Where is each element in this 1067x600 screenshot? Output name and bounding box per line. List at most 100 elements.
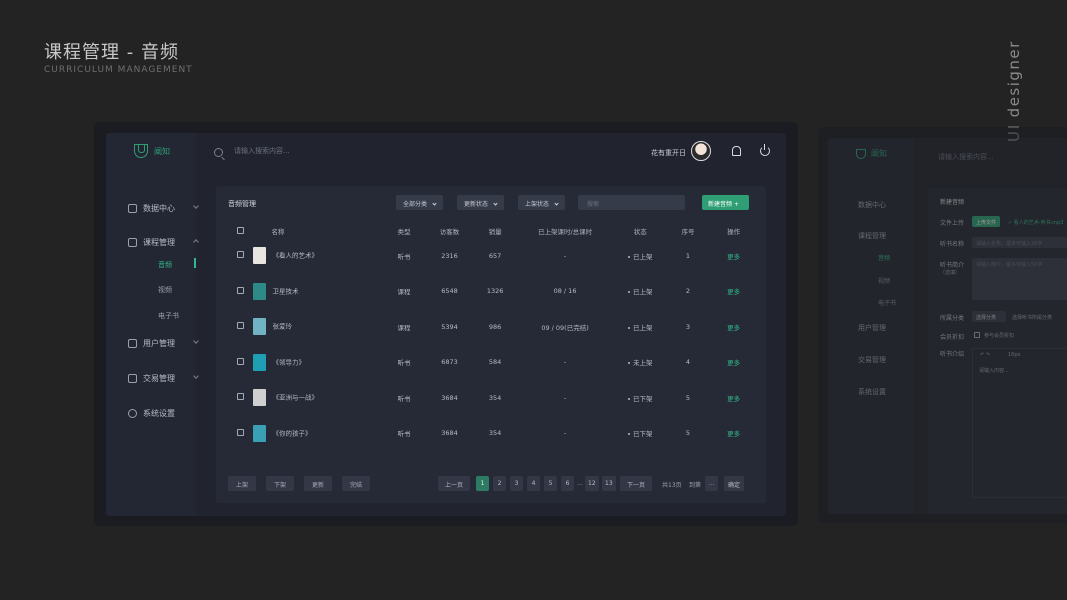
row-visitors: 3684	[441, 393, 458, 402]
rich-text-editor[interactable]: 请输入内容...	[972, 348, 1067, 498]
table-row[interactable]: 张爱玲 课程 5394 986 09 / 09(已完结) 已上架 3 更多	[228, 309, 758, 345]
secondary-nav-data-center[interactable]: 数据中心	[858, 200, 886, 210]
gear-icon	[128, 409, 137, 418]
page-6[interactable]: 6	[561, 476, 574, 491]
secondary-nav-settings[interactable]: 系统设置	[858, 387, 886, 397]
global-search-input[interactable]: 请输入搜索内容...	[234, 146, 290, 156]
row-more-link[interactable]: 更多	[709, 380, 758, 416]
row-name[interactable]: 卫星技术	[272, 287, 298, 295]
name-field[interactable]: 请输入名称，最多可输入30字	[972, 237, 1067, 248]
logo[interactable]: 阐知	[134, 144, 170, 158]
row-checkbox[interactable]	[237, 357, 245, 365]
secondary-nav-user[interactable]: 用户管理	[858, 323, 886, 333]
next-page-button[interactable]: 下一页	[620, 476, 653, 491]
page-3[interactable]: 3	[510, 476, 523, 491]
row-more-link[interactable]: 更多	[709, 345, 758, 381]
filter-update-status[interactable]: 更新状态	[457, 195, 505, 210]
row-name[interactable]: 《你的孩子》	[272, 429, 311, 437]
row-index: 2	[685, 287, 691, 296]
row-name[interactable]: 《看人的艺术》	[272, 252, 318, 260]
bell-icon[interactable]	[732, 146, 741, 156]
row-checkbox[interactable]	[237, 322, 245, 330]
sidebar-item-system-settings[interactable]: 系统设置	[128, 408, 198, 419]
form-label-name: 听书名称	[940, 241, 965, 248]
column-header[interactable]: 名称	[253, 224, 382, 238]
row-visitors: 5394	[441, 322, 458, 331]
row-checkbox[interactable]	[237, 251, 245, 259]
panel-search-input[interactable]: 搜索	[578, 195, 685, 210]
row-more-link[interactable]: 更多	[709, 238, 758, 274]
filter-category[interactable]: 全部分类	[396, 195, 444, 210]
page-13[interactable]: 13	[602, 476, 616, 491]
secondary-sub-video[interactable]: 视频	[878, 276, 890, 285]
row-checkbox[interactable]	[237, 428, 245, 436]
sidebar-item-user-management[interactable]: 用户管理	[128, 338, 199, 349]
row-name-cell: 卫星技术	[253, 274, 382, 310]
table-row[interactable]: 《亚洲与一战》 听书 3684 354 - 已下架 5 更多	[228, 380, 758, 416]
secondary-logo[interactable]: 阐知	[856, 148, 887, 159]
select-all-checkbox[interactable]	[237, 226, 245, 234]
page-12[interactable]: 12	[585, 476, 599, 491]
unshelve-button[interactable]: 下架	[266, 476, 295, 491]
table-row[interactable]: 卫星技术 课程 6548 1326 08 / 16 已上架 2 更多	[228, 274, 758, 310]
table-row[interactable]: 《你的孩子》 听书 3684 354 - 已下架 5 更多	[228, 416, 758, 452]
upload-file-button[interactable]: 上传文件	[972, 216, 1001, 227]
search-icon[interactable]	[214, 148, 223, 157]
column-header[interactable]: 已上架课时/总课时	[516, 224, 614, 238]
row-status-cell: 已上架	[614, 274, 667, 310]
column-header[interactable]: 访客数	[425, 224, 474, 238]
shelve-button[interactable]: 上架	[228, 476, 257, 491]
sidebar-item-data-center[interactable]: 数据中心	[128, 203, 199, 214]
filter-shelf-status[interactable]: 上架状态	[518, 195, 566, 210]
column-header[interactable]: 销量	[474, 224, 516, 238]
form-label-upload: 文件上传	[940, 220, 965, 227]
table-row[interactable]: 《领导力》 听书 6873 584 - 未上架 4 更多	[228, 345, 758, 381]
book-cover-icon	[253, 282, 267, 300]
prev-page-button[interactable]: 上一页	[438, 476, 471, 491]
row-more-link[interactable]: 更多	[709, 274, 758, 310]
power-icon[interactable]	[760, 144, 770, 156]
form-label-category: 所属分类	[940, 315, 965, 322]
page-2[interactable]: 2	[493, 476, 506, 491]
row-visitors: 3684	[441, 429, 458, 438]
chevron-down-icon	[493, 201, 498, 206]
page-5[interactable]: 5	[544, 476, 557, 491]
secondary-sub-audio[interactable]: 音频	[878, 253, 890, 262]
table-row[interactable]: 《看人的艺术》 听书 2316 657 - 已上架 1 更多	[228, 238, 758, 274]
row-checkbox[interactable]	[237, 286, 245, 294]
row-more-link[interactable]: 更多	[709, 309, 758, 345]
page-4[interactable]: 4	[527, 476, 540, 491]
select-all-cell	[228, 224, 253, 238]
sidebar-item-course-management[interactable]: 课程管理	[128, 237, 199, 248]
row-checkbox[interactable]	[237, 393, 245, 401]
row-more-link[interactable]: 更多	[709, 416, 758, 452]
secondary-search-input[interactable]: 请输入搜索内容...	[938, 152, 994, 162]
category-hint: 选择听书所属分类	[1012, 315, 1053, 321]
finish-button[interactable]: 完结	[342, 476, 371, 491]
sidebar-item-label: 系统设置	[143, 409, 175, 418]
secondary-nav-course[interactable]: 课程管理	[858, 231, 886, 241]
sidebar-sub-audio[interactable]: 音频	[158, 260, 172, 270]
goto-confirm-button[interactable]: 确定	[724, 476, 745, 491]
secondary-nav-transaction[interactable]: 交易管理	[858, 355, 886, 365]
column-header[interactable]: 状态	[614, 224, 667, 238]
intro-field[interactable]: 请输入简介，最多可输入50字	[972, 258, 1067, 300]
discount-checkbox[interactable]	[974, 332, 980, 338]
avatar[interactable]	[691, 141, 711, 161]
row-name[interactable]: 《亚洲与一战》	[272, 394, 318, 402]
sidebar-sub-ebook[interactable]: 电子书	[158, 311, 179, 321]
column-header[interactable]: 序号	[667, 224, 709, 238]
sidebar-item-transaction-management[interactable]: 交易管理	[128, 373, 199, 384]
user-name[interactable]: 花有重开日	[651, 148, 686, 158]
new-audio-button[interactable]: 新建音频 +	[702, 195, 749, 210]
row-name[interactable]: 张爱玲	[272, 323, 292, 331]
sidebar-sub-video[interactable]: 视频	[158, 285, 172, 295]
page-1[interactable]: 1	[476, 476, 489, 491]
sidebar: 阐知 数据中心 课程管理 音频 视频 电子书 用户管理 交易管理 系统设置	[106, 133, 199, 516]
secondary-sub-ebook[interactable]: 电子书	[878, 298, 896, 307]
update-button[interactable]: 更新	[304, 476, 333, 491]
category-select-button[interactable]: 选择分类	[972, 311, 1006, 322]
column-header[interactable]: 类型	[383, 224, 425, 238]
goto-page-input[interactable]: ...	[705, 476, 718, 491]
row-name[interactable]: 《领导力》	[272, 358, 305, 366]
